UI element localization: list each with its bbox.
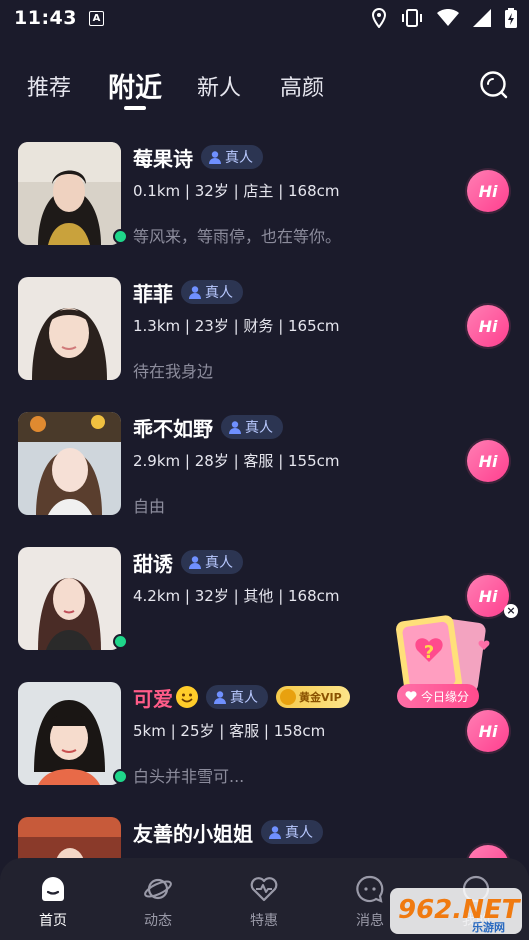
vip-badge: 黄金VIP bbox=[276, 686, 350, 708]
person-icon bbox=[229, 420, 241, 434]
heart-pulse-icon bbox=[250, 877, 278, 902]
hi-button[interactable]: Hi bbox=[467, 440, 509, 482]
user-row[interactable]: 乖不如野 真人 2.9km | 28岁 | 客服 | 155cm 自由 Hi bbox=[0, 410, 529, 545]
nav-deals-label: 特惠 bbox=[250, 913, 278, 929]
person-icon bbox=[214, 690, 226, 704]
svg-text:?: ? bbox=[424, 642, 434, 663]
daily-fate-float[interactable]: ? × 今日缘分 bbox=[392, 604, 522, 714]
tab-beauty[interactable]: 高颜 bbox=[280, 70, 324, 102]
planet-icon bbox=[144, 878, 172, 900]
signal-icon bbox=[473, 9, 491, 27]
daily-fate-label: 今日缘分 bbox=[421, 689, 470, 704]
user-name: 可爱 bbox=[133, 686, 173, 711]
person-icon bbox=[209, 150, 221, 164]
nav-moments[interactable]: 动态 bbox=[128, 874, 188, 930]
user-signature: 待在我身边 bbox=[133, 362, 214, 381]
real-badge: 真人 bbox=[201, 145, 263, 169]
vip-badge-label: 黄金VIP bbox=[299, 691, 342, 704]
real-badge-label: 真人 bbox=[285, 825, 313, 841]
nav-moments-label: 动态 bbox=[144, 913, 172, 929]
tab-recommend[interactable]: 推荐 bbox=[27, 70, 71, 102]
location-icon bbox=[371, 8, 387, 28]
nav-home-label: 首页 bbox=[39, 913, 67, 929]
user-name: 乖不如野 bbox=[133, 416, 213, 441]
person-icon bbox=[189, 285, 201, 299]
avatar[interactable] bbox=[18, 277, 121, 380]
real-badge: 真人 bbox=[181, 550, 243, 574]
real-badge-label: 真人 bbox=[245, 420, 273, 436]
real-badge-label: 真人 bbox=[225, 150, 253, 166]
person-icon bbox=[269, 825, 281, 839]
real-badge: 真人 bbox=[221, 415, 283, 439]
status-time: 11:43 bbox=[14, 7, 77, 29]
user-name: 菲菲 bbox=[133, 281, 173, 306]
online-indicator bbox=[113, 634, 128, 649]
tab-new[interactable]: 新人 bbox=[197, 70, 241, 102]
user-meta: 1.3km | 23岁 | 财务 | 165cm bbox=[133, 317, 340, 335]
avatar[interactable] bbox=[18, 142, 121, 245]
online-indicator bbox=[113, 229, 128, 244]
real-badge-label: 真人 bbox=[205, 555, 233, 571]
watermark-sub: 乐游网 bbox=[472, 920, 505, 934]
daily-fate-pill[interactable]: 今日缘分 bbox=[397, 684, 480, 708]
avatar[interactable] bbox=[18, 547, 121, 650]
person-icon bbox=[189, 555, 201, 569]
top-tabs: 推荐 附近 新人 高颜 bbox=[0, 60, 529, 120]
real-badge-label: 真人 bbox=[205, 285, 233, 301]
nav-messages-label: 消息 bbox=[356, 913, 384, 929]
nav-home[interactable]: 首页 bbox=[23, 874, 83, 930]
vibrate-icon bbox=[402, 9, 422, 27]
user-signature: 自由 bbox=[133, 497, 166, 516]
nav-deals[interactable]: 特惠 bbox=[234, 874, 294, 930]
user-meta: 2.9km | 28岁 | 客服 | 155cm bbox=[133, 452, 340, 470]
real-badge-label: 真人 bbox=[230, 690, 258, 706]
user-name: 莓果诗 bbox=[133, 146, 193, 171]
user-name: 甜诱 bbox=[133, 551, 173, 576]
hi-button[interactable]: Hi bbox=[467, 170, 509, 212]
real-badge: 真人 bbox=[206, 685, 268, 709]
watermark-logo: 962.NET 乐游网 bbox=[388, 886, 524, 936]
home-icon bbox=[42, 877, 64, 901]
chat-icon bbox=[356, 875, 384, 903]
close-icon[interactable]: × bbox=[504, 604, 518, 618]
heart-icon bbox=[405, 690, 417, 701]
user-signature: 等风来，等雨停，也在等你。 bbox=[133, 227, 342, 246]
smile-emoji-icon bbox=[176, 686, 198, 708]
avatar[interactable] bbox=[18, 412, 121, 515]
real-badge: 真人 bbox=[261, 820, 323, 844]
search-icon[interactable] bbox=[479, 70, 509, 100]
avatar[interactable] bbox=[18, 682, 121, 785]
wifi-icon bbox=[437, 9, 459, 26]
status-icons bbox=[371, 8, 517, 28]
battery-icon bbox=[505, 8, 517, 28]
online-indicator bbox=[113, 769, 128, 784]
user-signature: 白头并非雪可... bbox=[133, 767, 245, 786]
tab-nearby[interactable]: 附近 bbox=[108, 66, 162, 105]
user-row[interactable]: 菲菲 真人 1.3km | 23岁 | 财务 | 165cm 待在我身边 Hi bbox=[0, 275, 529, 410]
status-bar: 11:43 A bbox=[0, 0, 529, 36]
user-meta: 0.1km | 32岁 | 店主 | 168cm bbox=[133, 182, 340, 200]
user-meta: 4.2km | 32岁 | 其他 | 168cm bbox=[133, 587, 340, 605]
tab-underline bbox=[124, 106, 146, 110]
user-list: 莓果诗 真人 0.1km | 32岁 | 店主 | 168cm 等风来，等雨停，… bbox=[0, 140, 529, 940]
crown-icon bbox=[280, 689, 296, 705]
sim-icon: A bbox=[88, 10, 104, 26]
hi-button[interactable]: Hi bbox=[467, 710, 509, 752]
user-row[interactable]: 莓果诗 真人 0.1km | 32岁 | 店主 | 168cm 等风来，等雨停，… bbox=[0, 140, 529, 275]
user-meta: 5km | 25岁 | 客服 | 158cm bbox=[133, 722, 326, 740]
user-name: 友善的小姐姐 bbox=[133, 821, 253, 846]
hi-button[interactable]: Hi bbox=[467, 305, 509, 347]
real-badge: 真人 bbox=[181, 280, 243, 304]
